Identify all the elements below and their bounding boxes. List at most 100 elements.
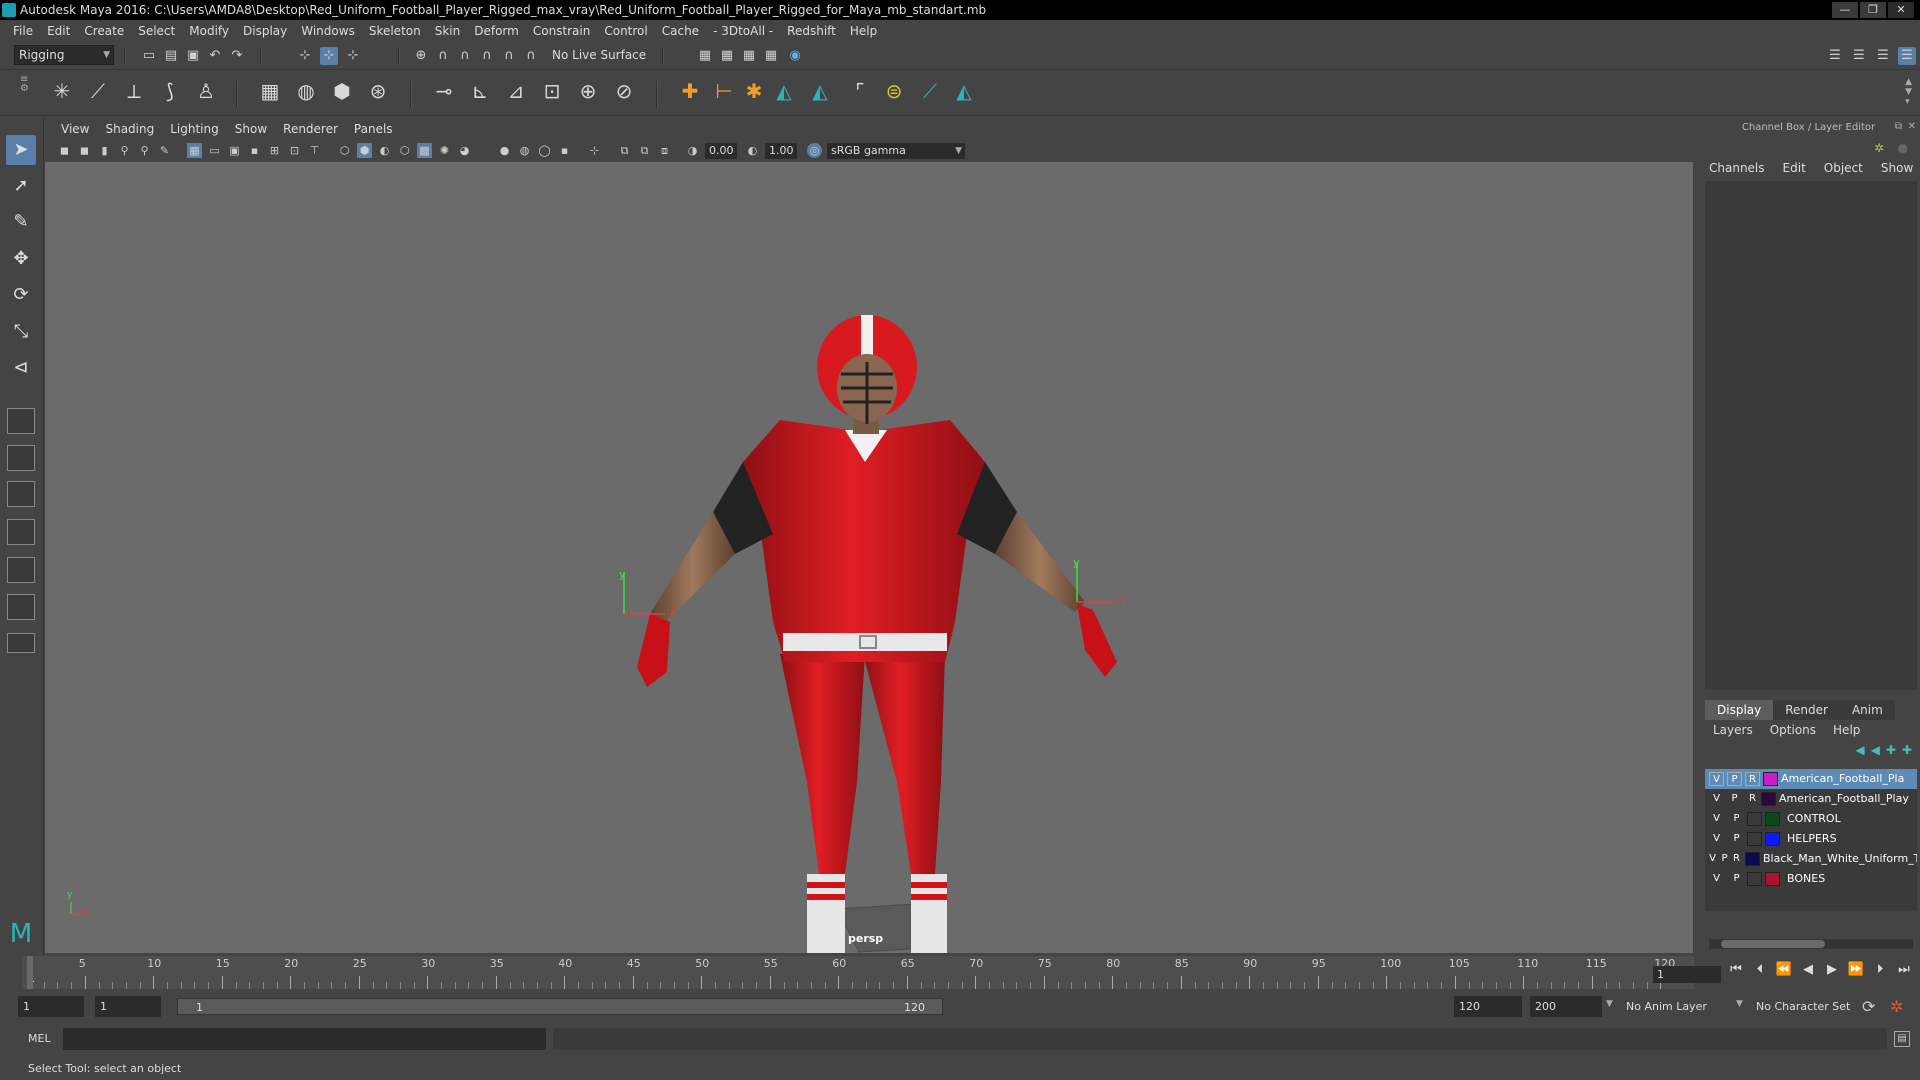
layer-menu-layers[interactable]: Layers xyxy=(1705,721,1762,739)
wireframe-icon[interactable]: ⬡ xyxy=(337,143,352,158)
shelf-scroll-icon[interactable]: ▲ ▼ ▾ xyxy=(1905,77,1912,107)
color-space-dropdown[interactable]: sRGB gamma ▼ xyxy=(827,143,965,159)
xray-icon[interactable]: ⧉ xyxy=(617,143,632,158)
wrap-deformer-icon[interactable]: ⊜ xyxy=(880,77,908,105)
viewport-menu-shading[interactable]: Shading xyxy=(97,122,162,136)
hypershade-icon[interactable]: ◉ xyxy=(786,47,804,65)
custom-layout-icon[interactable] xyxy=(7,633,35,653)
script-editor-icon[interactable]: ▤ xyxy=(1894,1031,1910,1047)
rotate-tool-icon[interactable]: ⟳ xyxy=(6,280,36,310)
viewport-menu-renderer[interactable]: Renderer xyxy=(275,122,346,136)
exposure-icon[interactable]: ◑ xyxy=(685,143,700,158)
paint-select-icon[interactable]: ✎ xyxy=(6,207,36,237)
menu-display[interactable]: Display xyxy=(236,24,294,38)
menu-windows[interactable]: Windows xyxy=(294,24,362,38)
play-backwards-icon[interactable]: ◀ xyxy=(1799,962,1817,986)
aim-constraint-icon[interactable]: ⊕ xyxy=(574,77,602,105)
layer-playback-toggle[interactable]: P xyxy=(1729,872,1744,886)
new-scene-icon[interactable]: ▭ xyxy=(140,47,158,65)
chevron-down-icon[interactable]: ▼ xyxy=(1736,999,1743,1009)
3dtoall-tool-icon[interactable]: ◭ xyxy=(770,77,798,105)
minimize-button[interactable]: — xyxy=(1832,2,1858,18)
ik-spline-icon[interactable]: ⟆ xyxy=(156,77,184,105)
screen-space-ao-icon[interactable]: ● xyxy=(497,143,512,158)
script-language-label[interactable]: MEL xyxy=(28,1032,51,1045)
joint-tool-icon[interactable]: ✳ xyxy=(48,77,76,105)
step-back-key-icon[interactable]: ⏪ xyxy=(1775,962,1793,986)
scrollbar-thumb[interactable] xyxy=(1721,940,1825,948)
color-management-icon[interactable]: ◎ xyxy=(807,143,822,158)
humanik-icon[interactable]: ♙ xyxy=(192,77,220,105)
anti-aliasing-icon[interactable]: ◯ xyxy=(537,143,552,158)
camera-select-icon[interactable]: ◼ xyxy=(57,143,72,158)
move-layer-down-icon[interactable]: ◀ xyxy=(1871,743,1880,759)
animation-preferences-icon[interactable]: ✲ xyxy=(1890,997,1903,1016)
layer-color-swatch[interactable] xyxy=(1765,832,1780,846)
resolution-gate-icon[interactable]: ▣ xyxy=(227,143,242,158)
gate-mask-icon[interactable]: ▪ xyxy=(247,143,262,158)
step-forward-frame-icon[interactable]: ⏵ xyxy=(1871,962,1889,986)
field-chart-icon[interactable]: ⊞ xyxy=(267,143,282,158)
anim-layer-dropdown[interactable]: No Anim Layer xyxy=(1626,1000,1707,1013)
outliner-layout-icon[interactable] xyxy=(7,519,35,545)
render-current-icon[interactable]: ▦ xyxy=(718,47,736,65)
maximize-button[interactable]: ❐ xyxy=(1860,2,1886,18)
layer-row[interactable]: V P BONES xyxy=(1705,869,1917,889)
layer-color-swatch[interactable] xyxy=(1765,812,1780,826)
scale-tool-icon[interactable]: ⤡ xyxy=(6,317,36,347)
menu-redshift[interactable]: Redshift xyxy=(780,24,843,38)
exposure-field[interactable]: 0.00 xyxy=(705,143,737,159)
use-all-lights-icon[interactable]: ✺ xyxy=(437,143,452,158)
range-slider[interactable]: 1 120 xyxy=(177,998,943,1015)
menu-3dtoall[interactable]: - 3DtoAll - xyxy=(706,24,780,38)
channel-box-menu-edit[interactable]: Edit xyxy=(1783,161,1815,181)
animation-start-field[interactable]: 1 xyxy=(18,996,84,1017)
layer-color-swatch-empty[interactable] xyxy=(1747,812,1762,826)
viewport-menu-show[interactable]: Show xyxy=(227,122,275,136)
step-back-frame-icon[interactable]: ⏴ xyxy=(1751,962,1769,986)
playback-end-field[interactable]: 120 xyxy=(1454,996,1522,1017)
grid-icon[interactable]: ▦ xyxy=(187,143,202,158)
viewport-menu-lighting[interactable]: Lighting xyxy=(162,122,227,136)
chevron-down-icon[interactable]: ▼ xyxy=(1606,999,1613,1009)
safe-action-icon[interactable]: ⊡ xyxy=(287,143,302,158)
2d-pan-zoom-icon[interactable]: ⚲ xyxy=(137,143,152,158)
select-component-icon[interactable]: ⊹ xyxy=(344,47,362,65)
layer-playback-toggle[interactable]: P xyxy=(1727,792,1742,806)
move-layer-up-icon[interactable]: ◀ xyxy=(1855,743,1864,759)
grease-pencil-icon[interactable]: ✎ xyxy=(157,143,172,158)
menuset-dropdown[interactable]: Rigging ▼ xyxy=(14,45,114,65)
layer-playback-toggle[interactable]: P xyxy=(1729,832,1744,846)
smooth-shade-icon[interactable]: ⬢ xyxy=(357,143,372,158)
point-constraint-icon[interactable]: ⊾ xyxy=(466,77,494,105)
insert-joint-icon[interactable]: ⟋ xyxy=(84,77,112,105)
layer-color-swatch[interactable] xyxy=(1765,872,1780,886)
gamma-field[interactable]: 1.00 xyxy=(765,143,797,159)
menu-help[interactable]: Help xyxy=(843,24,884,38)
layer-row[interactable]: V P HELPERS xyxy=(1705,829,1917,849)
menu-control[interactable]: Control xyxy=(597,24,654,38)
3d-viewport[interactable]: y x y x x x y z xyxy=(45,162,1693,953)
smooth-bind-icon[interactable]: ◍ xyxy=(292,77,320,105)
four-pane-layout-icon[interactable] xyxy=(7,445,35,471)
menu-deform[interactable]: Deform xyxy=(467,24,526,38)
close-panel-icon[interactable]: ✕ xyxy=(1908,121,1916,132)
last-tool-icon[interactable]: ⊲ xyxy=(6,353,36,383)
single-pane-layout-icon[interactable] xyxy=(7,408,35,434)
layer-row[interactable]: V P CONTROL xyxy=(1705,809,1917,829)
float-panel-icon[interactable]: ⧉ xyxy=(1895,121,1902,132)
menu-constrain[interactable]: Constrain xyxy=(526,24,598,38)
save-scene-icon[interactable]: ▣ xyxy=(184,47,202,65)
layer-visibility-toggle[interactable]: V xyxy=(1709,812,1724,826)
camera-attributes-icon[interactable]: ◼ xyxy=(77,143,92,158)
depth-of-field-icon[interactable]: ▪ xyxy=(557,143,572,158)
channel-box-settings-icon[interactable]: ✲ xyxy=(1874,141,1884,155)
tool-settings-icon[interactable]: ☰ xyxy=(1874,47,1892,65)
channel-box-toggle-icon[interactable]: ☰ xyxy=(1898,47,1916,65)
layer-row[interactable]: V P R Black_Man_White_Uniform_T xyxy=(1705,849,1917,869)
go-to-end-icon[interactable]: ⏭ xyxy=(1895,962,1913,986)
render-settings-icon[interactable]: ▦ xyxy=(762,47,780,65)
bind-skin-icon[interactable]: ▦ xyxy=(256,77,284,105)
select-tool-icon[interactable]: ➤ xyxy=(6,135,36,165)
redo-icon[interactable]: ↷ xyxy=(228,47,246,65)
